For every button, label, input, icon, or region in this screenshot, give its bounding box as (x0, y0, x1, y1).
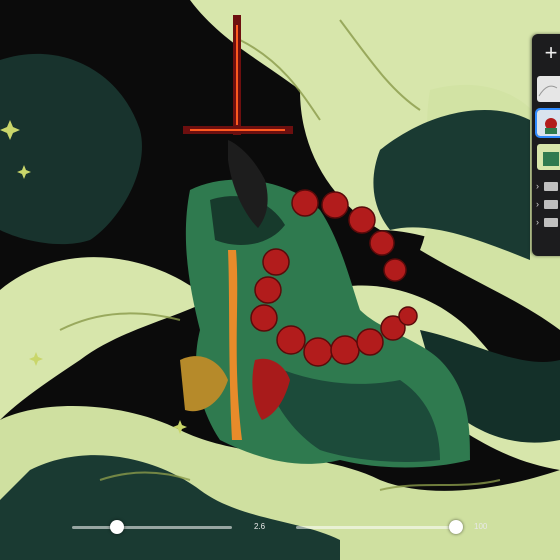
bead (348, 206, 376, 234)
opacity-slider[interactable] (296, 526, 456, 529)
brush-size-value: 2.6 (254, 522, 266, 531)
bead (330, 335, 360, 365)
bead (250, 304, 278, 332)
bead (262, 248, 290, 276)
bead (369, 230, 395, 256)
plus-icon: + (544, 40, 558, 65)
bead (303, 337, 333, 367)
bead (398, 306, 418, 326)
bead (383, 258, 407, 282)
layer-group-row[interactable]: › (536, 196, 560, 212)
folder-icon (544, 200, 558, 210)
bead (276, 325, 306, 355)
layers-panel: + › › › (532, 34, 560, 256)
chevron-right-icon: › (536, 217, 539, 227)
bead (356, 328, 384, 356)
brush-size-slider[interactable] (72, 526, 232, 529)
layer-group-row[interactable]: › (536, 214, 560, 230)
layer-thumbnail-preview (543, 152, 559, 166)
chevron-right-icon: › (536, 181, 539, 191)
folder-icon (544, 218, 558, 228)
opacity-slider-thumb[interactable] (449, 520, 463, 534)
folder-icon (544, 182, 558, 192)
brush-size-slider-thumb[interactable] (109, 520, 124, 534)
opacity-value: 100 (474, 522, 488, 531)
layer-thumbnail-preview (545, 118, 557, 134)
bead (321, 191, 349, 219)
add-layer-button[interactable]: + (538, 40, 560, 66)
bottom-toolbar: 2.6 100 (0, 516, 560, 540)
layer-thumbnail-preview (538, 85, 558, 97)
layer-group-row[interactable]: › (536, 178, 560, 194)
layer-thumbnail[interactable] (537, 144, 560, 170)
bead (254, 276, 282, 304)
layer-thumbnail[interactable] (537, 76, 560, 102)
chevron-right-icon: › (536, 199, 539, 209)
layer-thumbnail-selected[interactable] (535, 108, 560, 138)
bead (291, 189, 319, 217)
artwork-canvas[interactable] (0, 0, 560, 560)
